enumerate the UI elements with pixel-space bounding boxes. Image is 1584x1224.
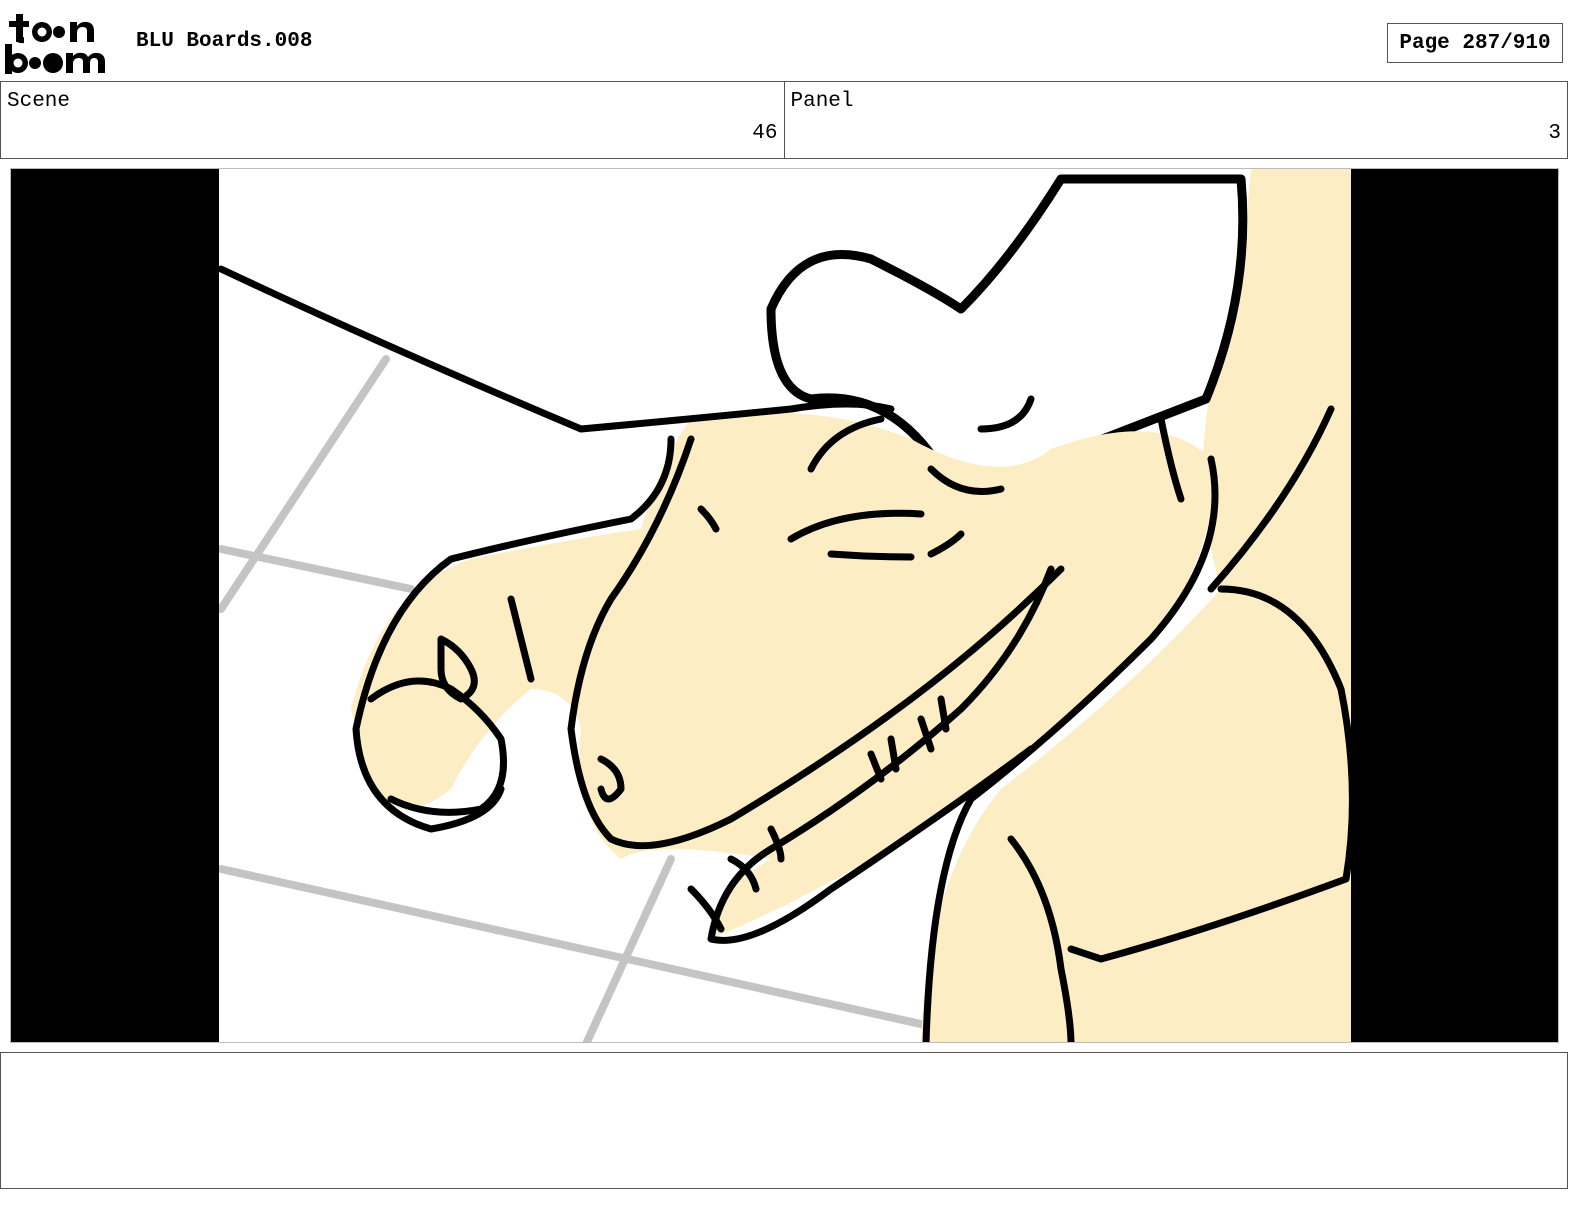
scene-number: 46 xyxy=(752,122,778,145)
panel-notes-box xyxy=(0,1052,1568,1189)
scene-label: Scene xyxy=(7,90,71,113)
storyboard-panel-image xyxy=(10,168,1559,1043)
storyboard-sketch xyxy=(11,169,1558,1042)
scene-cell: Scene 46 xyxy=(1,82,784,158)
panel-number: 3 xyxy=(1548,122,1561,145)
panel-cell: Panel 3 xyxy=(783,82,1568,158)
page-indicator-label: Page 287/910 xyxy=(1399,31,1551,55)
document-title: BLU Boards.008 xyxy=(136,30,313,53)
scene-panel-info-row: Scene 46 Panel 3 xyxy=(0,81,1568,159)
panel-label: Panel xyxy=(790,90,854,113)
page-indicator: Page 287/910 xyxy=(1387,23,1563,63)
toon-boom-logo-icon xyxy=(4,12,116,76)
